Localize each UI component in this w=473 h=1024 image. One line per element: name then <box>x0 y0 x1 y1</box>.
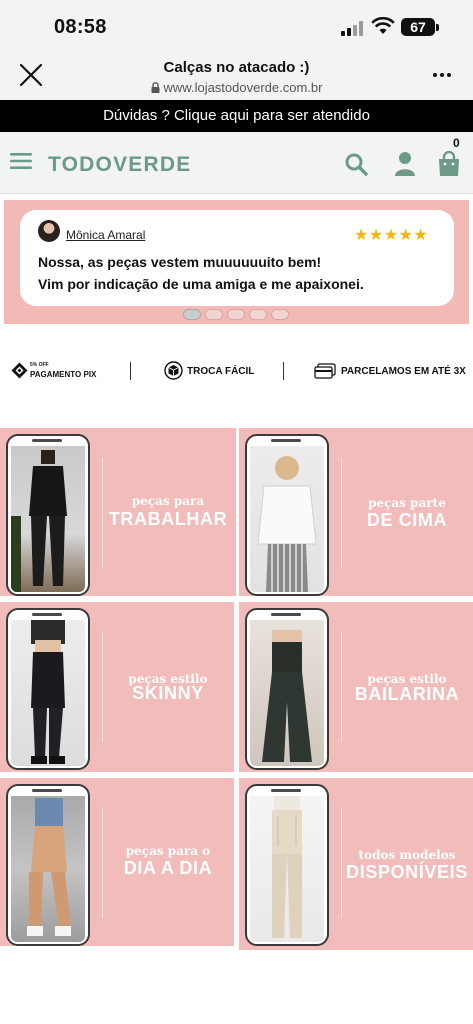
support-banner[interactable]: Dúvidas ? Clique aqui para ser atendido <box>0 100 473 132</box>
browser-bar: Calças no atacado :) www.lojastodoverde.… <box>0 52 473 100</box>
battery-icon: 67 <box>401 18 435 36</box>
benefit-installments: PARCELAMOS EM ATÉ 3X <box>341 366 466 377</box>
box-icon <box>164 361 183 380</box>
reviewer-name: Mônica Amaral <box>66 228 146 242</box>
review-line: Vim por indicação de uma amiga e me apai… <box>38 276 364 292</box>
carousel-dot[interactable] <box>271 309 289 320</box>
phone-mockup <box>245 608 329 770</box>
benefit-pix: PAGAMENTO PIX <box>30 370 97 379</box>
category-tile-disponiveis[interactable]: todos modelos DISPONÍVEIS <box>239 778 473 950</box>
category-title: DIA A DIA <box>123 858 213 878</box>
product-photo <box>250 446 324 592</box>
menu-icon[interactable] <box>10 152 32 170</box>
store-header: TODOVERDE 0 <box>0 132 473 194</box>
battery-cap <box>436 24 439 31</box>
url-row[interactable]: www.lojastodoverde.com.br <box>0 80 473 95</box>
divider <box>283 362 284 380</box>
page-title: Calças no atacado :) <box>163 59 310 76</box>
card-icon <box>314 363 336 379</box>
bag-icon[interactable] <box>437 151 461 177</box>
phone-mockup <box>6 784 90 946</box>
phone-mockup <box>245 784 329 946</box>
divider <box>130 362 131 380</box>
more-icon[interactable] <box>432 72 452 78</box>
product-photo <box>11 620 85 766</box>
category-caption: peças para <box>131 494 205 508</box>
category-title: BAILARINA <box>354 684 460 704</box>
category-title: SKINNY <box>132 683 204 703</box>
pix-discount: 5% OFF <box>30 362 49 368</box>
pix-icon <box>11 362 28 379</box>
user-icon[interactable] <box>394 151 416 177</box>
category-title: DISPONÍVEIS <box>346 862 468 882</box>
product-photo <box>11 796 85 942</box>
status-time: 08:58 <box>54 16 107 38</box>
avatar <box>38 220 60 242</box>
category-tile-trabalhar[interactable]: peças para TRABALHAR <box>0 428 236 596</box>
benefit-exchange: TROCA FÁCIL <box>187 366 255 377</box>
carousel-dot[interactable] <box>227 309 245 320</box>
carousel-dot[interactable] <box>205 309 223 320</box>
category-caption: peças para o <box>125 844 211 858</box>
rating-stars: ★★★★★ <box>354 227 429 244</box>
status-bar: 08:58 67 <box>0 0 473 52</box>
phone-mockup <box>6 434 90 596</box>
search-icon[interactable] <box>344 152 368 176</box>
phone-mockup <box>245 434 329 596</box>
lock-icon <box>151 82 160 93</box>
signal-icon <box>341 20 365 36</box>
category-caption: todos modelos <box>358 848 456 862</box>
phone-mockup <box>6 608 90 770</box>
category-title: TRABALHAR <box>108 509 228 529</box>
category-tile-dia-a-dia[interactable]: peças para o DIA A DIA <box>0 778 234 946</box>
wifi-icon <box>371 17 395 34</box>
category-title: DE CIMA <box>366 510 448 530</box>
cart-count: 0 <box>453 136 460 150</box>
url-text: www.lojastodoverde.com.br <box>163 80 323 95</box>
product-photo <box>250 796 324 942</box>
category-caption: peças parte <box>368 496 446 510</box>
review-text: Nossa, as peças vestem muuuuuuito bem! V… <box>38 251 438 295</box>
product-photo <box>11 446 85 592</box>
carousel-dot[interactable] <box>249 309 267 320</box>
carousel-dot[interactable] <box>183 309 201 320</box>
review-line: Nossa, as peças vestem muuuuuuito bem! <box>38 254 322 270</box>
category-tile-de-cima[interactable]: peças parte DE CIMA <box>239 428 473 596</box>
category-tile-skinny[interactable]: peças estilo SKINNY <box>0 602 234 772</box>
product-photo <box>250 620 324 766</box>
category-tile-bailarina[interactable]: peças estilo BAILARINA <box>239 602 473 772</box>
store-logo[interactable]: TODOVERDE <box>48 153 191 177</box>
